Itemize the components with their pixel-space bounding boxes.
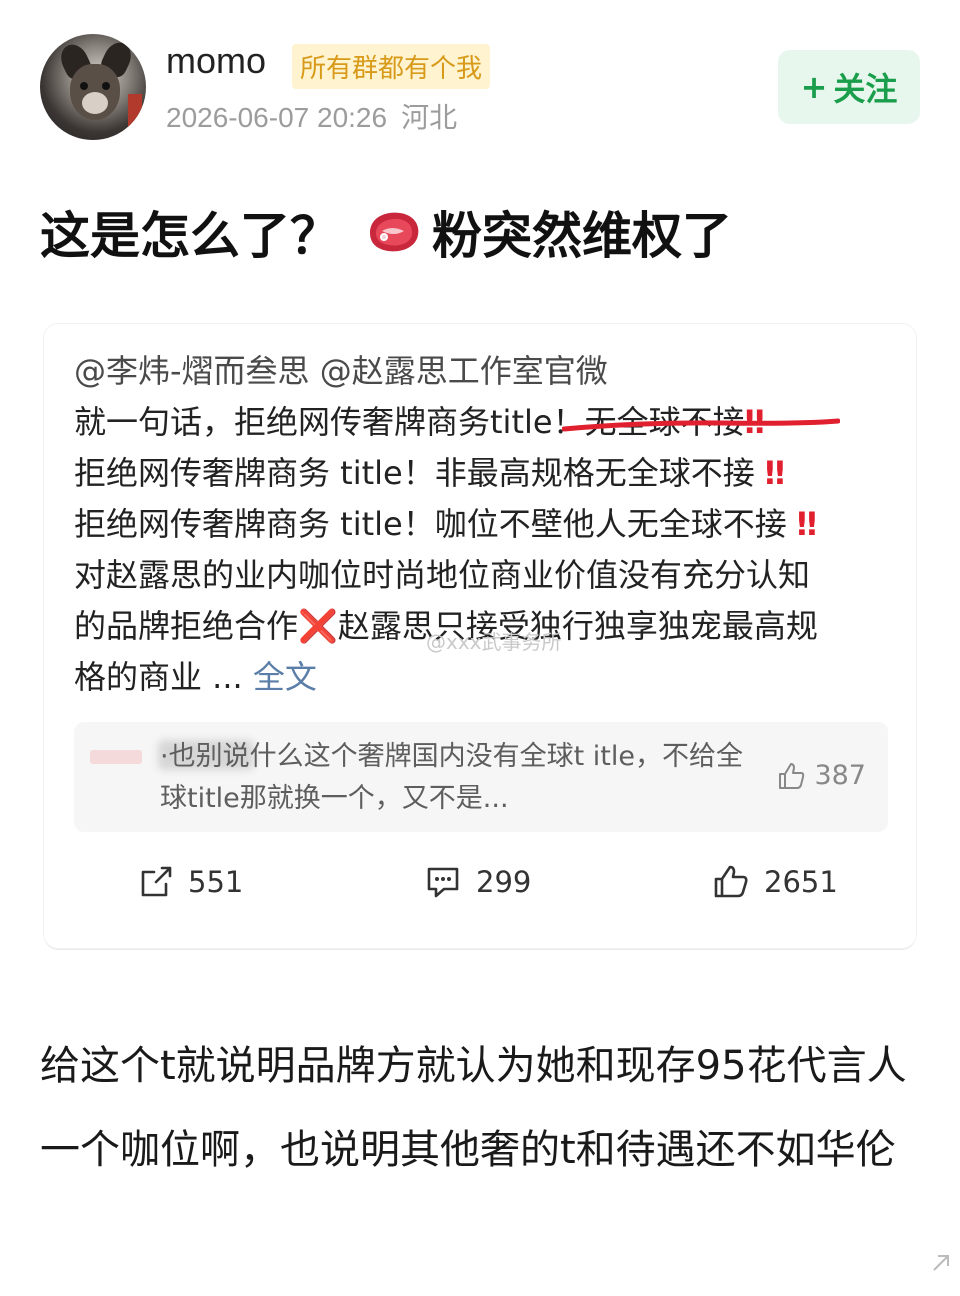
comment-logo-icon	[90, 746, 150, 770]
post-date: 2026-06-07 20:26	[166, 102, 388, 133]
post-meta: 2026-06-07 20:26 河北	[166, 96, 457, 136]
red-underline-annotation	[562, 418, 840, 432]
comment-like-count: 387	[814, 760, 866, 791]
post-header: momo 所有群都有个我 2026-06-07 20:26 河北 + 关注	[40, 34, 920, 144]
card-line-3: 拒绝网传奢牌商务 title！咖位不壁他人无全球不接 ‼	[74, 505, 817, 543]
follow-label: 关注	[833, 70, 898, 108]
username[interactable]: momo	[166, 40, 266, 82]
corner-arrow-icon	[930, 1252, 952, 1274]
comment-text: ·也别说什么这个奢牌国内没有全球t itle，不给全球title那就换一个，又不…	[160, 741, 743, 814]
double-exclamation-icon: ‼	[764, 454, 785, 492]
post-title: 这是怎么了？ 粉突然维权了	[40, 196, 732, 268]
comment-icon	[427, 867, 459, 898]
card-line-2: 拒绝网传奢牌商务 title！非最高规格无全球不接 ‼	[74, 454, 785, 492]
card-actions: 551 299 2651	[44, 854, 916, 914]
hot-comment[interactable]: ·也别说什么这个奢牌国内没有全球t itle，不给全球title那就换一个，又不…	[74, 722, 888, 832]
share-count: 551	[188, 865, 244, 899]
follow-button[interactable]: + 关注	[778, 50, 920, 124]
card-line-4: 对赵露思的业内咖位时尚地位商业价值没有充分认知	[74, 556, 811, 594]
user-badge: 所有群都有个我	[292, 44, 491, 89]
avatar[interactable]	[40, 34, 146, 140]
like-button[interactable]: 2651	[712, 864, 838, 900]
double-exclamation-icon: ‼	[796, 505, 817, 543]
reposted-card[interactable]: @李炜-熠而叁思 @赵露思工作室官微 就一句话，拒绝网传奢牌商务title！无全…	[44, 324, 916, 948]
post-body-text: 给这个t就说明品牌方就认为她和现存95花代言人一个咖位啊，也说明其他奢的t和待遇…	[40, 1043, 907, 1173]
title-text-before: 这是怎么了？	[40, 207, 340, 265]
post-location: 河北	[401, 102, 458, 133]
full-text-link[interactable]: 全文	[253, 658, 317, 696]
plus-icon: +	[800, 68, 828, 106]
comment-count: 299	[476, 865, 532, 899]
watermark: @xxx武事务所	[426, 630, 562, 654]
meat-icon	[364, 207, 422, 257]
comment-button[interactable]: 299	[424, 864, 531, 900]
share-button[interactable]: 551	[138, 864, 243, 900]
like-count: 2651	[764, 865, 838, 899]
share-icon	[141, 866, 172, 897]
card-mentions[interactable]: @李炜-熠而叁思 @赵露思工作室官微	[74, 346, 894, 397]
thumbs-up-icon	[714, 865, 748, 898]
thumbs-up-icon	[779, 762, 805, 789]
card-line-6: 格的商业 ... 全文	[74, 658, 317, 696]
cross-mark-icon: ❌	[298, 607, 338, 645]
comment-like-button[interactable]: 387	[776, 760, 866, 791]
title-text-after: 粉突然维权了	[432, 207, 732, 265]
